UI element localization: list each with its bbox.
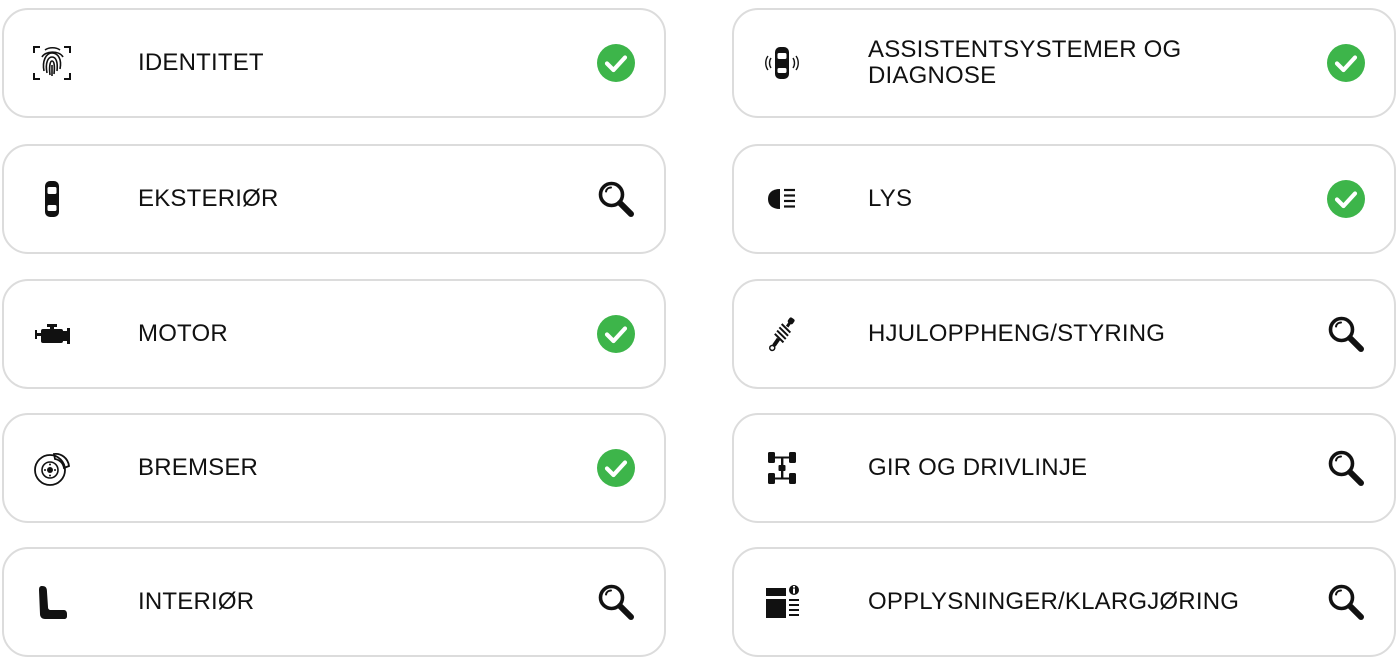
magnifier-icon bbox=[1326, 314, 1366, 354]
brake-disc-icon bbox=[30, 446, 74, 490]
category-card-lys[interactable]: LYS bbox=[732, 144, 1396, 254]
check-circle-icon bbox=[596, 43, 636, 83]
category-label: ASSISTENTSYSTEMER OG DIAGNOSE bbox=[868, 36, 1182, 89]
category-card-gir-drivlinje[interactable]: GIR OG DRIVLINJE bbox=[732, 413, 1396, 523]
category-label: LYS bbox=[868, 185, 913, 212]
category-label: BREMSER bbox=[138, 454, 259, 481]
magnifier-icon bbox=[596, 179, 636, 219]
check-circle-icon bbox=[1326, 179, 1366, 219]
engine-icon bbox=[30, 312, 74, 356]
headlight-icon bbox=[760, 177, 804, 221]
category-card-motor[interactable]: MOTOR bbox=[2, 279, 666, 389]
category-card-hjuloppheng[interactable]: HJULOPPHENG/STYRING bbox=[732, 279, 1396, 389]
seat-icon bbox=[30, 580, 74, 624]
magnifier-icon bbox=[596, 582, 636, 622]
category-label: IDENTITET bbox=[138, 49, 264, 76]
category-card-eksterior[interactable]: EKSTERIØR bbox=[2, 144, 666, 254]
check-circle-icon bbox=[596, 314, 636, 354]
magnifier-icon bbox=[1326, 448, 1366, 488]
category-card-opplysninger[interactable]: OPPLYSNINGER/KLARGJØRING bbox=[732, 547, 1396, 657]
check-circle-icon bbox=[596, 448, 636, 488]
category-card-bremser[interactable]: BREMSER bbox=[2, 413, 666, 523]
shock-absorber-icon bbox=[760, 312, 804, 356]
category-card-identitet[interactable]: IDENTITET bbox=[2, 8, 666, 118]
category-label: HJULOPPHENG/STYRING bbox=[868, 320, 1166, 347]
category-label: OPPLYSNINGER/KLARGJØRING bbox=[868, 588, 1240, 615]
category-label: GIR OG DRIVLINJE bbox=[868, 454, 1088, 481]
category-card-interior[interactable]: INTERIØR bbox=[2, 547, 666, 657]
car-sensors-icon bbox=[760, 41, 804, 85]
magnifier-icon bbox=[1326, 582, 1366, 622]
category-card-assistentsystemer[interactable]: ASSISTENTSYSTEMER OG DIAGNOSE bbox=[732, 8, 1396, 118]
fingerprint-icon bbox=[30, 41, 74, 85]
drivetrain-icon bbox=[760, 446, 804, 490]
check-circle-icon bbox=[1326, 43, 1366, 83]
info-document-icon bbox=[760, 580, 804, 624]
category-label: INTERIØR bbox=[138, 588, 255, 615]
inspection-category-grid: IDENTITET ASSISTENTSYSTEMER OG DIAGNOSE … bbox=[0, 0, 1400, 657]
category-label: MOTOR bbox=[138, 320, 228, 347]
category-label: EKSTERIØR bbox=[138, 185, 279, 212]
car-top-icon bbox=[30, 177, 74, 221]
